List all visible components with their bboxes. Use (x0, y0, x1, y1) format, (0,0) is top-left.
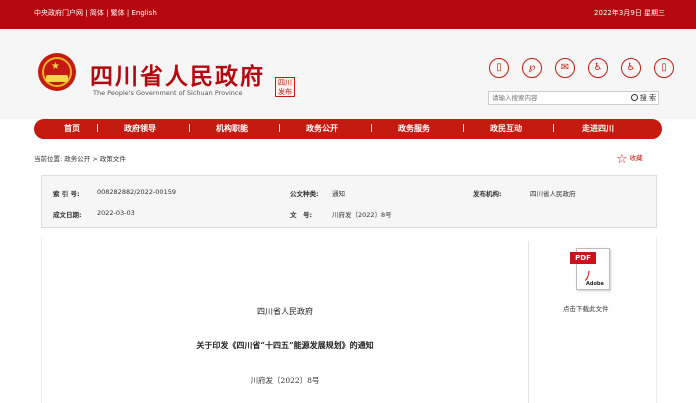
nav-separator: | (370, 123, 373, 132)
main-nav: 首页 | 政府领导 | 机构职能 | 政务公开 | 政务服务 | 政民互动 | … (34, 119, 662, 139)
site-title[interactable]: 四川省人民政府 (90, 57, 265, 91)
nav-item-home[interactable]: 首页 (64, 123, 80, 134)
search-button[interactable]: 搜 索 (630, 93, 656, 103)
nav-separator: | (278, 123, 281, 132)
document-meta: 索 引 号: 008282882/2022-00159 公文种类: 通知 发布机… (41, 175, 657, 228)
docno-value: 川府发〔2022〕8号 (332, 211, 392, 219)
breadcrumb[interactable]: 当前位置: 政务公开 > 政策文件 (34, 153, 126, 163)
national-emblem-icon: ★ (38, 53, 76, 91)
nav-separator: | (188, 123, 191, 132)
type-value: 通知 (332, 190, 345, 198)
wechat-icon[interactable]: ✉ (555, 58, 575, 78)
mobile-icon[interactable]: ▯ (489, 58, 509, 78)
nav-item-about-sichuan[interactable]: 走进四川 (582, 123, 614, 134)
separator: | (126, 9, 130, 17)
seal-line: 发布 (278, 88, 292, 96)
accessibility-icon[interactable]: ♿ (588, 58, 608, 78)
site-subtitle: The People's Government of Sichuan Provi… (93, 89, 243, 97)
emblem-star-icon: ★ (51, 61, 60, 72)
content-divider (528, 241, 529, 403)
site-header: ★ 四川省人民政府 The People's Government of Sic… (0, 29, 696, 119)
download-link[interactable]: 点击下载此文件 (563, 303, 609, 313)
type-label: 公文种类: (290, 190, 319, 198)
weibo-icon[interactable]: ℘ (522, 58, 542, 78)
search-input[interactable] (489, 92, 621, 104)
english-link[interactable]: English (131, 9, 156, 17)
seal-line: 四川 (278, 79, 292, 87)
issuer-value: 四川省人民政府 (530, 190, 576, 198)
separator: | (85, 9, 88, 17)
separator: | (106, 9, 109, 17)
document-org: 四川省人民政府 (257, 307, 313, 316)
favorite-button[interactable]: ☆ 收藏 (616, 148, 643, 167)
nav-item-interaction[interactable]: 政民互动 (490, 123, 522, 134)
adobe-label: Adobe (586, 281, 604, 287)
search-button-label: 搜 索 (639, 94, 656, 102)
date-label: 成文日期: (53, 211, 82, 219)
document-content: 四川省人民政府 关于印发《四川省“十四五”能源发展规划》的通知 川府发〔2022… (41, 237, 657, 403)
simplified-link[interactable]: 简体 (90, 9, 104, 17)
nav-item-services[interactable]: 政务服务 (398, 123, 430, 134)
document-title: 关于印发《四川省“十四五”能源发展规划》的通知 (196, 340, 374, 350)
nav-separator: | (96, 123, 99, 132)
nav-item-leaders[interactable]: 政府领导 (124, 123, 156, 134)
search-box: 搜 索 (488, 91, 659, 105)
nav-item-functions[interactable]: 机构职能 (216, 123, 248, 134)
index-label: 索 引 号: (53, 190, 80, 198)
pdf-tag: PDF (570, 252, 596, 264)
nav-separator: | (552, 123, 555, 132)
index-value: 008282882/2022-00159 (97, 188, 176, 196)
top-links: 中央政府门户网 | 简体 | 繁体 | English (34, 8, 157, 18)
search-icon (630, 94, 638, 101)
current-date: 2022年3月9日 星期三 (594, 9, 665, 17)
issuer-label: 发布机构: (473, 190, 502, 198)
pdf-file-icon[interactable]: PDF ﾉ Adobe (570, 248, 612, 292)
sichuan-release-logo[interactable]: 四川 发布 (275, 77, 295, 97)
date-value: 2022-03-03 (97, 209, 135, 217)
nav-separator: | (462, 123, 465, 132)
nav-item-open-affairs[interactable]: 政务公开 (306, 123, 338, 134)
traditional-link[interactable]: 繁体 (111, 9, 125, 17)
star-icon: ☆ (616, 152, 628, 167)
elderly-mode-icon[interactable]: ♿ (621, 58, 641, 78)
top-bar: 中央政府门户网 | 简体 | 繁体 | English 2022年3月9日 星期… (0, 0, 696, 29)
favorite-label: 收藏 (629, 154, 643, 162)
emblem-base (46, 75, 68, 82)
exit-icon[interactable]: ▯ (654, 58, 674, 78)
portal-link[interactable]: 中央政府门户网 (34, 9, 83, 17)
docno-label: 文 号: (290, 211, 313, 219)
document-number: 川府发〔2022〕8号 (250, 376, 320, 385)
